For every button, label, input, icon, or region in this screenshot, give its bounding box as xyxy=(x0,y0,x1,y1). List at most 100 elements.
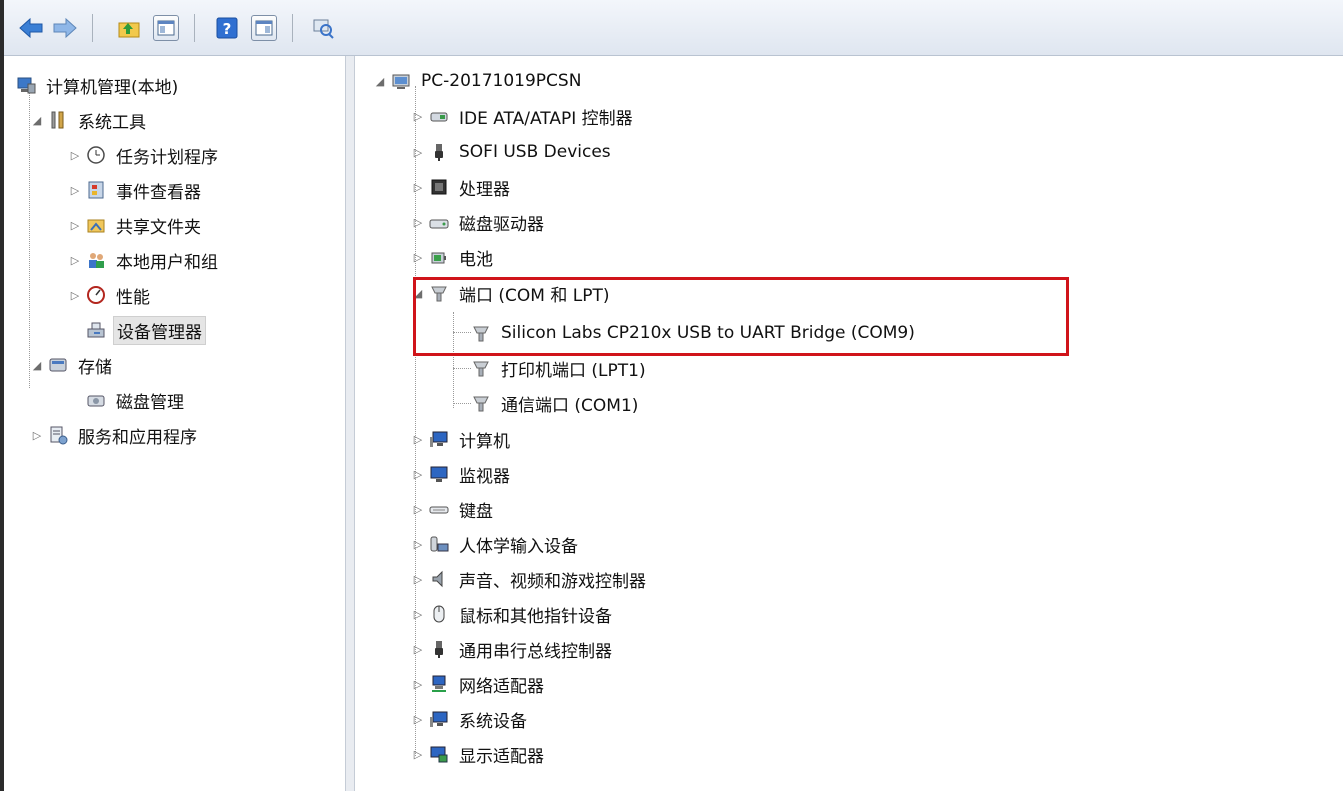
tree-item-disk-management[interactable]: 磁盘管理 xyxy=(86,385,187,415)
performance-icon xyxy=(86,285,106,305)
device-category[interactable]: ▷ IDE ATA/ATAPI 控制器 xyxy=(411,101,636,131)
toolbar-separator xyxy=(92,14,93,42)
expand-arrow-icon[interactable]: ▷ xyxy=(411,433,425,446)
users-icon xyxy=(86,250,106,270)
device-category[interactable]: ▷ 系统设备 xyxy=(411,704,530,734)
device-category-label: 电池 xyxy=(459,249,493,270)
device-tree-pane: ◢ PC-20171019PCSN ▷ IDE ATA/ATAPI 控制器 ▷ SOF… xyxy=(355,56,1343,791)
device-category[interactable]: ▷ 磁盘驱动器 xyxy=(411,207,547,237)
collapse-arrow-icon[interactable]: ◢ xyxy=(373,75,387,88)
clock-icon xyxy=(86,145,106,165)
toolbar-separator xyxy=(194,14,195,42)
tree-item-label: 共享文件夹 xyxy=(116,217,201,238)
expand-arrow-icon[interactable]: ▷ xyxy=(411,216,425,229)
device-category[interactable]: ▷ 监视器 xyxy=(411,459,513,489)
show-hide-console-tree-icon xyxy=(157,20,175,36)
disk-drive-icon xyxy=(429,212,449,232)
device-category[interactable]: ▷ SOFI USB Devices xyxy=(411,137,614,167)
tree-item-services-apps[interactable]: ▷ 服务和应用程序 xyxy=(30,420,200,450)
expand-arrow-icon[interactable]: ▷ xyxy=(68,219,82,232)
device-category[interactable]: ▷ 计算机 xyxy=(411,424,513,454)
storage-icon xyxy=(48,355,68,375)
expand-arrow-icon[interactable]: ▷ xyxy=(411,643,425,656)
device-category[interactable]: ▷ 鼠标和其他指针设备 xyxy=(411,599,615,629)
device-category[interactable]: ▷ 显示适配器 xyxy=(411,739,547,769)
device-category-label: 键盘 xyxy=(459,501,493,522)
expand-arrow-icon[interactable]: ▷ xyxy=(411,608,425,621)
device-category-label: IDE ATA/ATAPI 控制器 xyxy=(459,108,633,129)
usb-plug-icon xyxy=(429,639,449,659)
tree-item-label: 本地用户和组 xyxy=(116,252,218,273)
device-category[interactable]: ▷ 电池 xyxy=(411,242,496,272)
device-category-label: 人体学输入设备 xyxy=(459,536,578,557)
shared-folder-icon xyxy=(86,215,106,235)
device-category[interactable]: ▷ 通用串行总线控制器 xyxy=(411,634,615,664)
back-button[interactable] xyxy=(18,14,44,42)
expand-arrow-icon[interactable]: ▷ xyxy=(411,503,425,516)
tree-item-shared-folders[interactable]: ▷ 共享文件夹 xyxy=(68,210,204,240)
pane-splitter[interactable] xyxy=(345,56,355,791)
port-icon xyxy=(471,393,491,413)
help-icon: ? xyxy=(216,17,238,39)
tree-item-performance[interactable]: ▷ 性能 xyxy=(68,280,153,310)
expand-arrow-icon[interactable]: ▷ xyxy=(411,538,425,551)
tree-guide xyxy=(453,368,471,369)
expand-arrow-icon[interactable]: ▷ xyxy=(411,181,425,194)
forward-button[interactable] xyxy=(52,14,78,42)
port-device[interactable]: 打印机端口 (LPT1) xyxy=(471,353,649,383)
device-category[interactable]: ▷ 处理器 xyxy=(411,172,513,202)
help-button[interactable]: ? xyxy=(214,14,240,42)
expand-arrow-icon[interactable]: ▷ xyxy=(30,429,44,442)
collapse-arrow-icon[interactable]: ◢ xyxy=(30,114,44,127)
expand-arrow-icon[interactable]: ▷ xyxy=(411,468,425,481)
expand-arrow-icon[interactable]: ▷ xyxy=(411,251,425,264)
device-category[interactable]: ▷ 声音、视频和游戏控制器 xyxy=(411,564,649,594)
tree-item-local-users[interactable]: ▷ 本地用户和组 xyxy=(68,245,221,275)
device-root[interactable]: ◢ PC-20171019PCSN xyxy=(373,66,584,96)
console-tree-toggle-button[interactable] xyxy=(152,14,180,42)
expand-arrow-icon[interactable]: ▷ xyxy=(411,110,425,123)
port-device[interactable]: 通信端口 (COM1) xyxy=(471,388,641,418)
expand-arrow-icon[interactable]: ▷ xyxy=(411,748,425,761)
collapse-arrow-icon[interactable]: ◢ xyxy=(30,359,44,372)
expand-arrow-icon[interactable]: ▷ xyxy=(411,573,425,586)
device-category-label: 处理器 xyxy=(459,179,510,200)
keyboard-icon xyxy=(429,499,449,519)
expand-arrow-icon[interactable]: ▷ xyxy=(68,184,82,197)
device-manager-icon xyxy=(86,320,106,340)
tree-item-label: 计算机管理(本地) xyxy=(46,77,179,98)
console-tree-pane: 计算机管理(本地) ◢ 系统工具 ▷ 任务计划程序 ▷ 事件查看器 ▷ 共享文件… xyxy=(4,56,345,791)
expand-arrow-icon[interactable]: ▷ xyxy=(411,146,425,159)
device-category[interactable]: ▷ 网络适配器 xyxy=(411,669,547,699)
toolbar-separator xyxy=(292,14,293,42)
tree-item-computer-management[interactable]: 计算机管理(本地) xyxy=(16,70,181,100)
expand-arrow-icon[interactable]: ▷ xyxy=(411,678,425,691)
device-category[interactable]: ▷ 键盘 xyxy=(411,494,496,524)
device-category-label: 网络适配器 xyxy=(459,676,544,697)
up-level-button[interactable] xyxy=(116,14,142,42)
device-category-label: 通用串行总线控制器 xyxy=(459,641,612,662)
expand-arrow-icon[interactable]: ▷ xyxy=(411,713,425,726)
tree-item-label: 性能 xyxy=(116,287,150,308)
computer-icon xyxy=(429,429,449,449)
tree-item-system-tools[interactable]: ◢ 系统工具 xyxy=(30,105,149,135)
tree-item-label: 服务和应用程序 xyxy=(78,427,197,448)
expand-arrow-icon[interactable]: ▷ xyxy=(68,289,82,302)
display-adapter-icon xyxy=(429,744,449,764)
device-category[interactable]: ▷ 人体学输入设备 xyxy=(411,529,581,559)
tree-item-event-viewer[interactable]: ▷ 事件查看器 xyxy=(68,175,204,205)
scan-hardware-button[interactable] xyxy=(310,14,336,42)
event-viewer-icon xyxy=(86,180,106,200)
device-category-label: 鼠标和其他指针设备 xyxy=(459,606,612,627)
expand-arrow-icon[interactable]: ▷ xyxy=(68,254,82,267)
port-icon xyxy=(471,358,491,378)
tree-item-label: 设备管理器 xyxy=(113,315,206,345)
tree-item-label: 存储 xyxy=(78,357,112,378)
expand-arrow-icon[interactable]: ▷ xyxy=(68,149,82,162)
tree-item-device-manager[interactable]: 设备管理器 xyxy=(86,315,206,345)
tree-item-storage[interactable]: ◢ 存储 xyxy=(30,350,115,380)
tree-guide xyxy=(453,403,471,404)
tree-item-task-scheduler[interactable]: ▷ 任务计划程序 xyxy=(68,140,221,170)
action-pane-toggle-button[interactable] xyxy=(250,14,278,42)
computer-icon xyxy=(391,71,411,91)
